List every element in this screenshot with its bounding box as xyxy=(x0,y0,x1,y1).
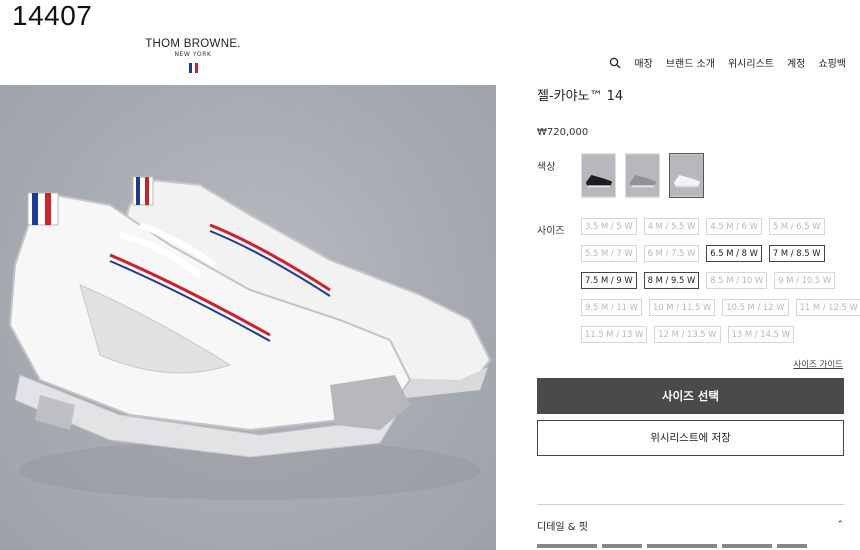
main-nav: 매장 브랜드 소개 위시리스트 계정 쇼핑백 xyxy=(609,55,846,70)
product-image[interactable] xyxy=(0,85,496,550)
brand-name: THOM BROWNE. xyxy=(145,38,241,50)
size-label: 사이즈 xyxy=(537,226,565,237)
size-row: 11.5 M / 13 W 12 M / 13.5 W 13 M / 14.5 W xyxy=(581,326,843,343)
size-option[interactable]: 10 M / 11.5 W xyxy=(648,299,716,316)
size-option[interactable]: 9 M / 10.5 W xyxy=(774,272,836,289)
color-label: 색상 xyxy=(537,162,556,173)
size-grid: 3.5 M / 5 W 4 M / 5.5 W 4.5 M / 6 W 5 M / 6… xyxy=(581,218,860,353)
size-option[interactable]: 4.5 M / 6 W xyxy=(706,218,762,235)
chevron-up-icon: ⌃ xyxy=(836,520,844,530)
size-option[interactable]: 11 M / 12.5 W xyxy=(795,299,860,316)
size-option[interactable]: 4 M / 5.5 W xyxy=(643,218,700,235)
size-row: 3.5 M / 5 W 4 M / 5.5 W 4.5 M / 6 W 5 M / 6… xyxy=(581,218,843,235)
size-option[interactable]: 6 M / 7.5 W xyxy=(643,245,700,262)
size-row: 5.5 M / 7 W 6 M / 7.5 W 6.5 M / 8 W 7 M / 8… xyxy=(581,245,843,262)
size-option[interactable]: 3.5 M / 5 W xyxy=(581,218,637,235)
details-fit-label: 디테일 & 핏 xyxy=(537,521,588,533)
size-option[interactable]: 5.5 M / 7 W xyxy=(581,245,637,262)
size-option[interactable]: 8 M / 9.5 W xyxy=(643,272,700,289)
size-option[interactable]: 7 M / 8.5 W xyxy=(768,245,825,262)
add-to-wishlist-button[interactable]: 위시리스트에 저장 xyxy=(537,420,844,456)
divider xyxy=(537,504,844,505)
swatch-silver[interactable] xyxy=(625,153,660,198)
size-guide-link[interactable]: 사이즈 가이드 xyxy=(793,358,843,370)
swatch-black[interactable] xyxy=(581,153,616,198)
size-row: 7.5 M / 9 W 8 M / 9.5 W 8.5 M / 10 W 9 M / … xyxy=(581,272,843,289)
size-option[interactable]: 9.5 M / 11 W xyxy=(581,299,642,316)
size-option[interactable]: 6.5 M / 8 W xyxy=(706,245,762,262)
overlay-id-label: 14407 xyxy=(12,0,93,31)
nav-shopping-bag[interactable]: 쇼핑백 xyxy=(818,55,846,70)
size-row: 9.5 M / 11 W 10 M / 11.5 W 10.5 M / 12 W 11… xyxy=(581,299,860,316)
nav-about-brand[interactable]: 브랜드 소개 xyxy=(666,55,715,70)
truncated-description xyxy=(537,544,817,548)
details-fit-toggle[interactable]: 디테일 & 핏 ⌃ xyxy=(537,510,844,540)
size-option[interactable]: 12 M / 13.5 W xyxy=(654,326,721,343)
size-option[interactable]: 5 M / 6.5 W xyxy=(768,218,825,235)
product-price: ₩720,000 xyxy=(537,127,589,138)
color-swatches xyxy=(581,153,704,198)
size-option[interactable]: 7.5 M / 9 W xyxy=(581,272,637,289)
nav-wishlist[interactable]: 위시리스트 xyxy=(728,55,774,70)
select-size-button[interactable]: 사이즈 선택 xyxy=(537,378,844,414)
product-title: 젤-카야노™ 14 xyxy=(537,89,624,104)
swatch-white[interactable] xyxy=(669,153,704,198)
size-option[interactable]: 13 M / 14.5 W xyxy=(727,326,794,343)
size-option[interactable]: 8.5 M / 10 W xyxy=(706,272,768,289)
size-option[interactable]: 10.5 M / 12 W xyxy=(722,299,789,316)
search-icon[interactable] xyxy=(609,57,621,69)
brand-subtitle: NEW YORK xyxy=(174,51,212,58)
size-option[interactable]: 11.5 M / 13 W xyxy=(581,326,648,343)
nav-account[interactable]: 계정 xyxy=(787,55,805,70)
brand-logo[interactable]: THOM BROWNE. NEW YORK xyxy=(140,38,246,77)
flag-stripes-icon xyxy=(188,63,198,73)
nav-stores[interactable]: 매장 xyxy=(634,55,652,70)
